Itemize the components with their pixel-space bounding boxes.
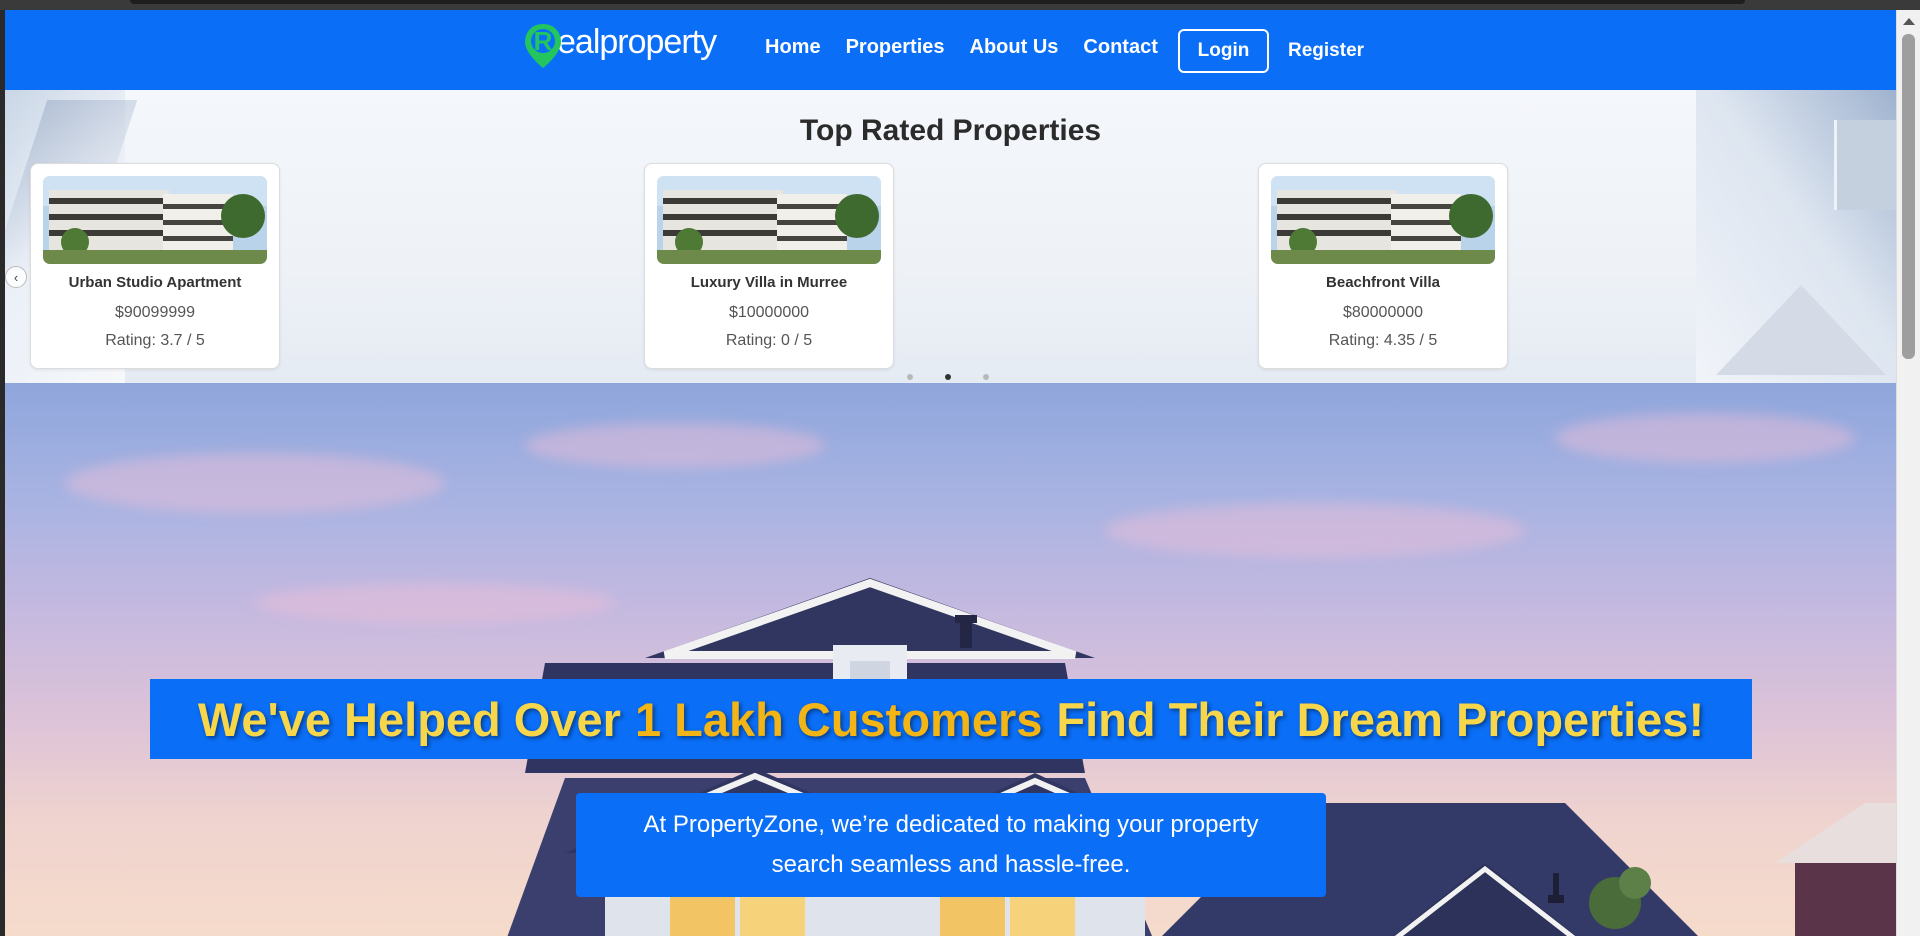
property-image	[43, 176, 267, 264]
property-rating: Rating: 0 / 5	[725, 332, 813, 349]
subtitle-line-1: At PropertyZone, we’re dedicated to maki…	[643, 811, 1259, 838]
property-name: Beachfront Villa	[1326, 274, 1440, 291]
carousel-indicators	[907, 374, 1021, 380]
property-name: Urban Studio Apartment	[68, 274, 242, 291]
nav-about-us[interactable]: About Us	[970, 36, 1059, 59]
carousel-prev-button[interactable]: ‹	[5, 266, 27, 288]
location-pin-icon: R	[523, 22, 563, 70]
property-price: $90099999	[114, 304, 196, 321]
address-bar-edge	[130, 0, 1745, 4]
carousel-dot[interactable]	[983, 374, 989, 380]
property-rating: Rating: 3.7 / 5	[105, 332, 205, 349]
hero-subtitle: At PropertyZone, we’re dedicated to maki…	[576, 793, 1326, 897]
nav-properties[interactable]: Properties	[846, 36, 945, 59]
navbar: R ealproperty Home Properties About Us C…	[5, 10, 1896, 90]
nav-links: Home Properties About Us Contact	[765, 36, 1183, 59]
hero-headline: We've Helped Over 1 Lakh Customers Find …	[150, 679, 1752, 759]
scrollbar-thumb[interactable]	[1902, 34, 1915, 359]
chevron-left-icon: ‹	[13, 269, 19, 285]
hero-section: We've Helped Over 1 Lakh Customers Find …	[5, 383, 1896, 936]
property-card[interactable]: Urban Studio Apartment $90099999 Rating:…	[30, 163, 280, 369]
subtitle-line-2: search seamless and hassle-free.	[771, 851, 1131, 878]
property-card[interactable]: Beachfront Villa $80000000 Rating: 4.35 …	[1258, 163, 1508, 369]
page-scrollbar[interactable]	[1896, 10, 1920, 936]
headline-accent: 1 Lakh Customers	[634, 692, 1043, 746]
property-card[interactable]: Luxury Villa in Murree $10000000 Rating:…	[644, 163, 894, 369]
carousel-dot-active[interactable]	[945, 374, 951, 380]
property-price: $80000000	[1342, 304, 1424, 321]
property-image	[657, 176, 881, 264]
property-price: $10000000	[728, 304, 810, 321]
browser-top-strip	[0, 0, 1920, 10]
login-button[interactable]: Login	[1178, 29, 1269, 73]
headline-end: Find Their Dream Properties!	[1056, 692, 1705, 746]
property-rating: Rating: 4.35 / 5	[1328, 332, 1438, 349]
site-logo[interactable]: R ealproperty	[523, 22, 717, 70]
section-title: Top Rated Properties	[799, 114, 1102, 147]
nav-contact[interactable]: Contact	[1083, 36, 1157, 59]
nav-home[interactable]: Home	[765, 36, 821, 59]
carousel-dot[interactable]	[907, 374, 913, 380]
top-rated-section: Top Rated Properties ‹ Urban Studio Apar…	[5, 90, 1896, 383]
headline-start: We've Helped Over	[197, 692, 621, 746]
register-link[interactable]: Register	[1288, 40, 1364, 62]
property-name: Luxury Villa in Murree	[690, 274, 848, 291]
property-image	[1271, 176, 1495, 264]
scroll-up-arrow-icon[interactable]	[1903, 18, 1915, 25]
page-viewport: R ealproperty Home Properties About Us C…	[5, 10, 1896, 936]
logo-text: ealproperty	[557, 22, 717, 61]
logo-letter: R	[534, 26, 553, 56]
